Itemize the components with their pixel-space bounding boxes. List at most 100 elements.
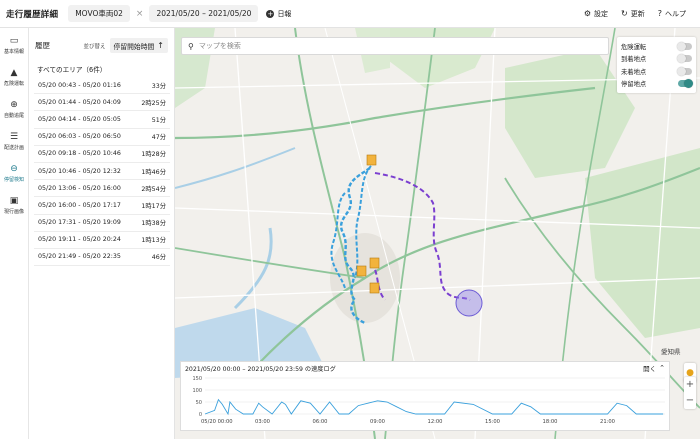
stop-duration: 47分 [151,134,166,142]
history-header: 履歴 並び替え 停留開始時間 ↑ [29,28,174,63]
page-title: 走行履歴詳細 [6,9,59,20]
list-item[interactable]: 05/20 19:11 - 05/20 20:24 1時13分 [34,232,170,249]
stop-duration: 2時25分 [141,99,166,107]
zoom-control: + − [684,377,696,409]
toggle-switch[interactable] [677,54,692,64]
stop-range: 05/20 10:46 - 05/20 12:32 [38,167,121,175]
stop-range: 05/20 01:44 - 05/20 04:09 [38,98,121,106]
speed-log-open-button[interactable]: 開く ⌃ [643,363,665,373]
stop-range: 05/20 21:49 - 05/20 22:35 [38,253,121,261]
rail-item-auto-tracking[interactable]: ⊕ 自動追尾 [0,96,28,124]
layer-arrival-point: 到着地点 [621,53,692,66]
layer-toggles: 危険運転 到着地点 未着地点 停留地点 [617,37,696,93]
stop-icon: ⊖ [10,164,18,174]
history-list: 05/20 00:43 - 05/20 01:16 33分 05/20 01:44… [29,77,174,267]
top-actions: ⚙ 設定 ↻ 更新 ? ヘルプ [571,9,686,19]
settings-button[interactable]: ⚙ 設定 [584,9,608,19]
list-item[interactable]: 05/20 09:18 - 05/20 10:46 1時28分 [34,146,170,163]
zoom-in-button[interactable]: + [684,377,696,393]
list-item[interactable]: 05/20 04:14 - 05/20 05:05 51分 [34,111,170,129]
daily-report-label: 日報 [277,9,292,18]
rail-item-dangerous-driving[interactable]: ▲ 危険運転 [0,64,28,92]
toggle-switch[interactable] [677,41,692,51]
area-label: すべてのエリア（6件） [37,66,107,74]
x-tick-label: 18:00 [543,419,558,425]
map-canvas[interactable]: 愛知県 ⚲ 危険運転 到着地点 未着地点 停留地点 ● + − 2021/05/… [175,28,700,439]
toggle-switch[interactable] [677,66,692,76]
speed-chart: 150 100 50 005/20 00:00 03:00 06:00 09:00 12:00… [192,376,665,425]
list-item[interactable]: 05/20 17:31 - 05/20 19:09 1時38分 [34,215,170,232]
search-input[interactable] [198,42,579,50]
stop-duration: 46分 [151,254,166,262]
help-icon: ? [657,9,662,18]
date-range-picker[interactable]: 2021/05/20 – 2021/05/20 [149,5,259,22]
list-item[interactable]: 05/20 21:49 - 05/20 22:35 46分 [34,249,170,267]
image-icon: ▣ [9,196,19,206]
refresh-label: 更新 [630,9,645,18]
x-tick-label: 21:00 [600,419,615,425]
toggle-switch[interactable] [678,79,693,89]
x-tick-label: 15:00 [485,419,500,425]
x-tick-label: 03:00 [255,419,270,425]
x-tick-label: 12:00 [428,419,443,425]
search-icon: ⚲ [188,41,194,51]
stop-duration: 1時13分 [141,237,166,245]
rail-item-current-image[interactable]: ▣ 現行画像 [0,192,28,220]
layer-label: 危険運転 [621,43,647,51]
list-item[interactable]: 05/20 13:06 - 05/20 16:00 2時54分 [34,180,170,198]
rail-item-label: 停留検知 [3,177,24,183]
rail-item-label: 配送計画 [3,145,24,151]
sort-button[interactable]: 停留開始時間 ↑ [109,38,168,53]
list-item[interactable]: 05/20 06:03 - 05/20 06:50 47分 [34,129,170,146]
open-label: 開く [643,365,657,373]
stop-range: 05/20 09:18 - 05/20 10:46 [38,150,121,158]
stop-range: 05/20 04:14 - 05/20 05:05 [38,115,121,123]
stop-duration: 1時46分 [141,168,166,176]
list-icon: ☰ [9,132,19,142]
rail-item-label: 現行画像 [3,209,24,215]
list-item[interactable]: 05/20 00:43 - 05/20 01:16 33分 [34,77,170,95]
daily-report-button[interactable]: + 日報 [266,9,291,19]
stop-range: 05/20 13:06 - 05/20 16:00 [38,184,121,192]
date-range-label: 2021/05/20 – 2021/05/20 [156,9,252,18]
rail-item-delivery-plan[interactable]: ☰ 配送計画 [0,128,28,156]
rail-item-stop-detection[interactable]: ⊖ 停留検知 [0,160,28,188]
list-item[interactable]: 05/20 10:46 - 05/20 12:32 1時46分 [34,163,170,181]
refresh-button[interactable]: ↻ 更新 [621,9,645,19]
layer-label: 到着地点 [621,56,647,64]
rail-item-label: 基本情報 [3,49,24,55]
rail-item-basic-info[interactable]: ▭ 基本情報 [0,32,28,60]
layer-label: 未着地点 [621,68,647,76]
plus-icon: + [266,9,275,18]
layer-dangerous-driving: 危険運転 [621,40,692,53]
help-label: ヘルプ [665,9,686,18]
help-button[interactable]: ? ヘルプ [658,9,686,19]
prefecture-label: 愛知県 [661,347,681,356]
list-item[interactable]: 05/20 16:00 - 05/20 17:17 1時17分 [34,197,170,215]
speed-log-header: 2021/05/20 00:00 – 2021/05/20 23:59 の速度ロ… [181,362,669,374]
stop-duration: 2時54分 [141,185,166,193]
arrow-up-icon: ↑ [157,41,164,50]
stop-duration: 33分 [151,82,166,90]
stop-duration: 1時38分 [141,220,166,228]
x-tick-label: 06:00 [313,419,328,425]
list-item[interactable]: 05/20 01:44 - 05/20 04:09 2時25分 [34,94,170,112]
sort-value: 停留開始時間 [113,42,155,51]
stop-range: 05/20 06:03 - 05/20 06:50 [38,133,121,141]
warning-icon: ▲ [10,68,18,78]
y-tick-label: 100 [192,388,202,394]
vehicle-chip[interactable]: MOVO車両02 [68,5,130,22]
close-icon[interactable]: × [136,9,144,19]
layer-label: 停留地点 [621,81,647,89]
map-search-bar[interactable]: ⚲ [181,37,609,55]
zoom-out-button[interactable]: − [684,393,696,409]
stop-duration: 1時28分 [141,151,166,159]
stop-range: 05/20 17:31 - 05/20 19:09 [38,219,121,227]
speed-log-title: 2021/05/20 00:00 – 2021/05/20 23:59 の速度ロ… [185,365,336,373]
gear-icon: ⚙ [583,9,592,18]
left-rail: ▭ 基本情報 ▲ 危険運転 ⊕ 自動追尾 ☰ 配送計画 ⊖ 停留検知 ▣ 現行画… [0,28,29,439]
history-title: 履歴 [35,41,50,50]
chevron-up-icon: ⌃ [659,364,665,372]
x-tick-label: 09:00 [370,419,385,425]
area-filter[interactable]: すべてのエリア（6件） [29,63,174,75]
